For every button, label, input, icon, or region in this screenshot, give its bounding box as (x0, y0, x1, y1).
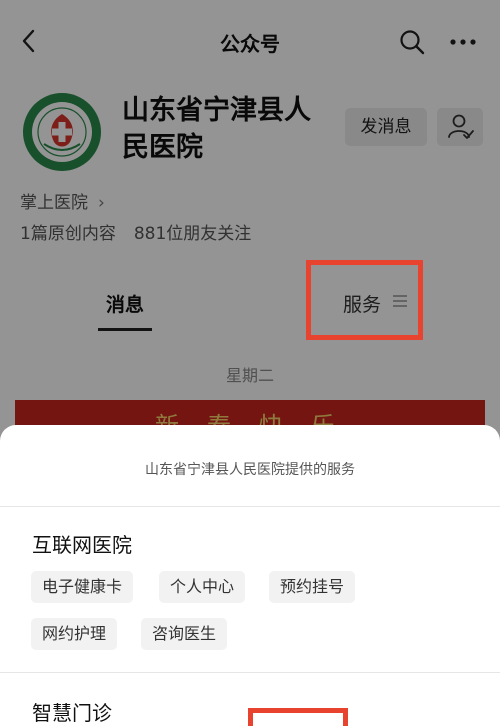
highlight-box-partial (248, 708, 348, 726)
section-title-internet-hospital: 互联网医院 (32, 533, 132, 557)
sheet-title: 山东省宁津县人民医院提供的服务 (145, 462, 355, 478)
service-item-personal-center[interactable]: 个人中心 (159, 571, 246, 603)
section-title-smart-outpatient: 智慧门诊 (32, 701, 112, 725)
service-bottom-sheet: 山东省宁津县人民医院提供的服务 互联网医院 电子健康卡 个人中心 预约挂号 网约… (0, 425, 500, 726)
service-item-health-card[interactable]: 电子健康卡 (31, 571, 134, 603)
service-item-consult-doctor[interactable]: 咨询医生 (141, 618, 228, 650)
divider (0, 672, 500, 673)
service-item-appointment[interactable]: 预约挂号 (269, 571, 356, 603)
divider (0, 506, 500, 507)
service-item-online-nursing[interactable]: 网约护理 (31, 618, 118, 650)
service-highlight-box (306, 260, 423, 340)
